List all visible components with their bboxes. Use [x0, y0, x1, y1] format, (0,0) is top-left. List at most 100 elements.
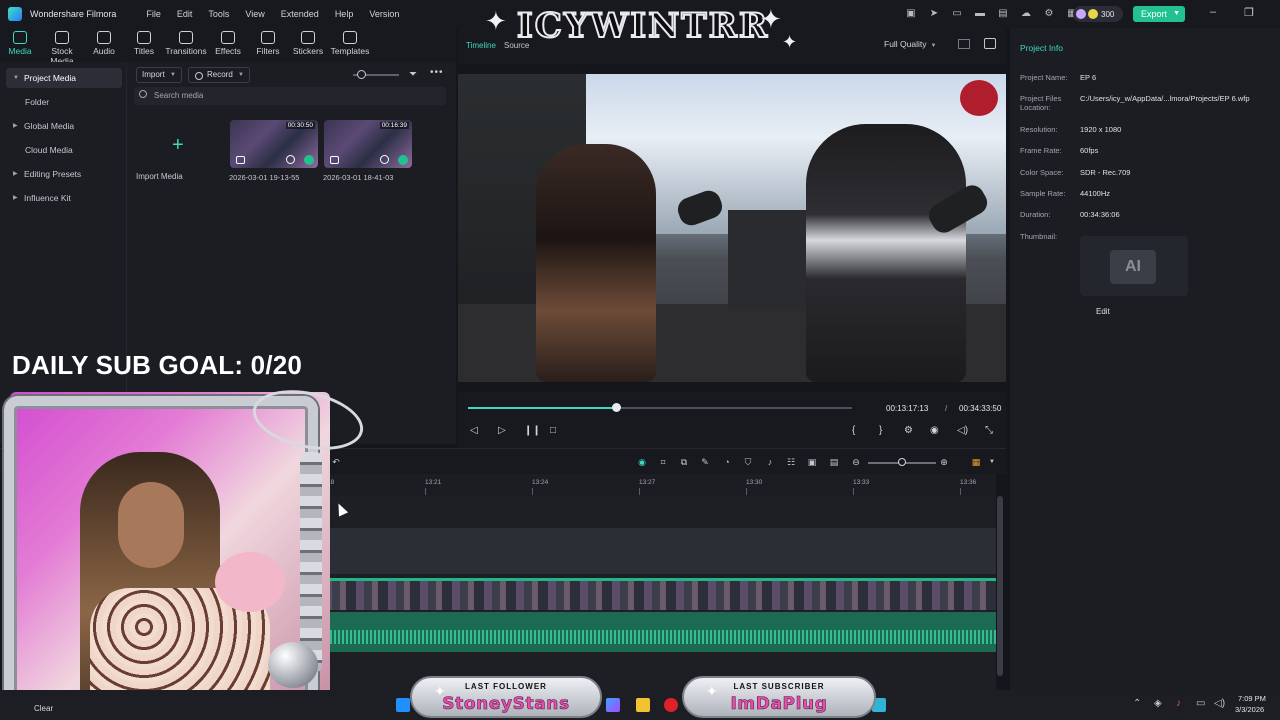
cloud-icon[interactable]: ☁	[1019, 7, 1033, 21]
thumbnail-preview[interactable]: AI	[1080, 236, 1188, 296]
video-preview[interactable]	[458, 74, 1006, 382]
seek-knob[interactable]	[611, 403, 621, 412]
save-icon[interactable]: ▤	[996, 7, 1010, 21]
layout-icon[interactable]	[958, 39, 970, 49]
mixer-icon[interactable]: ☷	[785, 456, 797, 468]
tab-media[interactable]: Media	[0, 28, 40, 62]
empty-track[interactable]	[314, 528, 996, 574]
caption-icon[interactable]: ▤	[828, 456, 840, 468]
chevron-up-icon[interactable]: ⌃	[1133, 698, 1141, 709]
nav-cloud-media[interactable]: Cloud Media	[6, 140, 122, 160]
tab-stock-media[interactable]: Stock Media	[40, 28, 84, 66]
seek-bar[interactable]	[468, 403, 852, 412]
filter-icon[interactable]: ⏷	[409, 69, 417, 80]
settings-icon[interactable]: ⚙	[1042, 7, 1056, 21]
monitor-icon[interactable]: ▭	[1196, 698, 1205, 709]
zoom-out-icon[interactable]: ⊖	[850, 456, 862, 468]
nav-editing-presets[interactable]: ▶ Editing Presets	[6, 164, 122, 184]
quality-select[interactable]: Full Quality ▼	[884, 39, 936, 49]
video-clip-track[interactable]	[314, 578, 996, 610]
nav-folder[interactable]: Folder	[6, 92, 122, 112]
menu-help[interactable]: Help	[327, 9, 362, 19]
undo-icon[interactable]: ↶	[330, 456, 342, 468]
minimize-icon[interactable]: –	[1206, 6, 1220, 19]
thumbnail-size-slider[interactable]	[353, 70, 399, 79]
weather-label[interactable]: Clear	[34, 704, 53, 713]
record-button[interactable]: Record ▼	[188, 67, 250, 83]
microphone-icon[interactable]: ♪	[764, 456, 776, 468]
tab-stickers[interactable]: Stickers	[288, 28, 328, 62]
search-input[interactable]: Search media	[134, 87, 446, 105]
tab-transitions[interactable]: Transitions	[164, 28, 208, 62]
export-button[interactable]: Export ▼	[1133, 6, 1185, 22]
tab-audio[interactable]: Audio	[84, 28, 124, 62]
gift-icon[interactable]: ▣	[904, 7, 918, 21]
import-button[interactable]: Import ▼	[136, 67, 182, 83]
slider-knob[interactable]	[898, 458, 906, 466]
screen-icon[interactable]: ▭	[950, 7, 964, 21]
audio-clip-track[interactable]	[314, 612, 996, 652]
tab-titles[interactable]: Titles	[124, 28, 164, 62]
image-icon[interactable]	[984, 38, 996, 49]
nav-influence-kit[interactable]: ▶ Influence Kit	[6, 188, 122, 208]
menu-extended[interactable]: Extended	[273, 9, 327, 19]
previous-frame-icon[interactable]: ◁	[470, 425, 478, 436]
menu-view[interactable]: View	[237, 9, 272, 19]
tab-filters[interactable]: Filters	[248, 28, 288, 62]
mark-in-icon[interactable]: {	[852, 425, 855, 436]
stop-icon[interactable]: □	[550, 425, 556, 436]
render-icon[interactable]: ⚙	[904, 425, 913, 436]
coin-icon	[1088, 9, 1098, 19]
tab-templates[interactable]: Templates	[328, 28, 372, 62]
mark-out-icon[interactable]: }	[879, 425, 882, 436]
menu-file[interactable]: File	[138, 9, 169, 19]
slider-knob[interactable]	[357, 70, 366, 79]
ai-icon[interactable]: ◉	[636, 456, 648, 468]
clock-date[interactable]: 3/3/2026	[1235, 705, 1264, 714]
edit-icon[interactable]: ✎	[699, 456, 711, 468]
layout-grid-icon[interactable]: ▦	[970, 456, 982, 468]
microphone-icon[interactable]: ♪	[1176, 698, 1181, 709]
pause-icon[interactable]: ❙❙	[524, 425, 541, 436]
speed-icon[interactable]: ◔	[721, 456, 733, 468]
play-icon[interactable]: ▷	[498, 425, 506, 436]
clock-time[interactable]: 7:09 PM	[1238, 694, 1266, 703]
chevron-down-icon[interactable]: ▼	[986, 456, 998, 468]
monitor-icon[interactable]: ▬	[973, 7, 987, 21]
timeline-ruler[interactable]: 13:18 13:21 13:24 13:27 13:30 13:33 13:3…	[314, 474, 996, 496]
volume-icon[interactable]: ◁)	[1214, 698, 1225, 709]
send-icon[interactable]: ➤	[927, 7, 941, 21]
volume-icon[interactable]: ◁)	[957, 425, 968, 436]
menu-edit[interactable]: Edit	[169, 9, 201, 19]
fullscreen-icon[interactable]: ⤡	[985, 425, 993, 436]
crop-icon[interactable]: ⧉	[678, 456, 690, 468]
sample-rate-value: 44100Hz	[1080, 189, 1111, 198]
network-icon[interactable]: ◈	[1154, 698, 1162, 709]
windows-start-icon[interactable]	[396, 698, 410, 712]
timeline-zoom-slider[interactable]	[868, 458, 936, 466]
split-icon[interactable]: ⌗	[657, 456, 669, 468]
clip-type-icon	[330, 156, 339, 164]
copilot-icon[interactable]	[606, 698, 620, 712]
opera-icon[interactable]	[664, 698, 678, 712]
snapshot-icon[interactable]: ◉	[930, 425, 939, 436]
more-icon[interactable]: •••	[430, 67, 444, 78]
tab-effects[interactable]: Effects	[208, 28, 248, 62]
menu-tools[interactable]: Tools	[200, 9, 237, 19]
media-clip-2[interactable]: 00:16:39	[324, 120, 412, 168]
nav-global-media[interactable]: ▶ Global Media	[6, 116, 122, 136]
project-location-value: C:/Users/icy_w/AppData/...lmora/Projects…	[1080, 94, 1250, 103]
maximize-icon[interactable]: ❐	[1242, 6, 1256, 19]
edit-thumbnail-button[interactable]: Edit	[1096, 307, 1110, 316]
menu-version[interactable]: Version	[361, 9, 407, 19]
timeline-scrollbar[interactable]	[997, 496, 1003, 676]
credits-badge[interactable]: 300	[1073, 6, 1123, 22]
media-clip-1[interactable]: 00:30:50	[230, 120, 318, 168]
pip-icon[interactable]: ▣	[806, 456, 818, 468]
divider	[126, 62, 127, 444]
zoom-in-icon[interactable]: ⊕	[938, 456, 950, 468]
file-explorer-icon[interactable]	[636, 698, 650, 712]
import-media-tile[interactable]: + Import Media	[134, 120, 220, 182]
nav-project-media[interactable]: ▼ Project Media	[6, 68, 122, 88]
shield-icon[interactable]: ⛉	[742, 456, 754, 468]
